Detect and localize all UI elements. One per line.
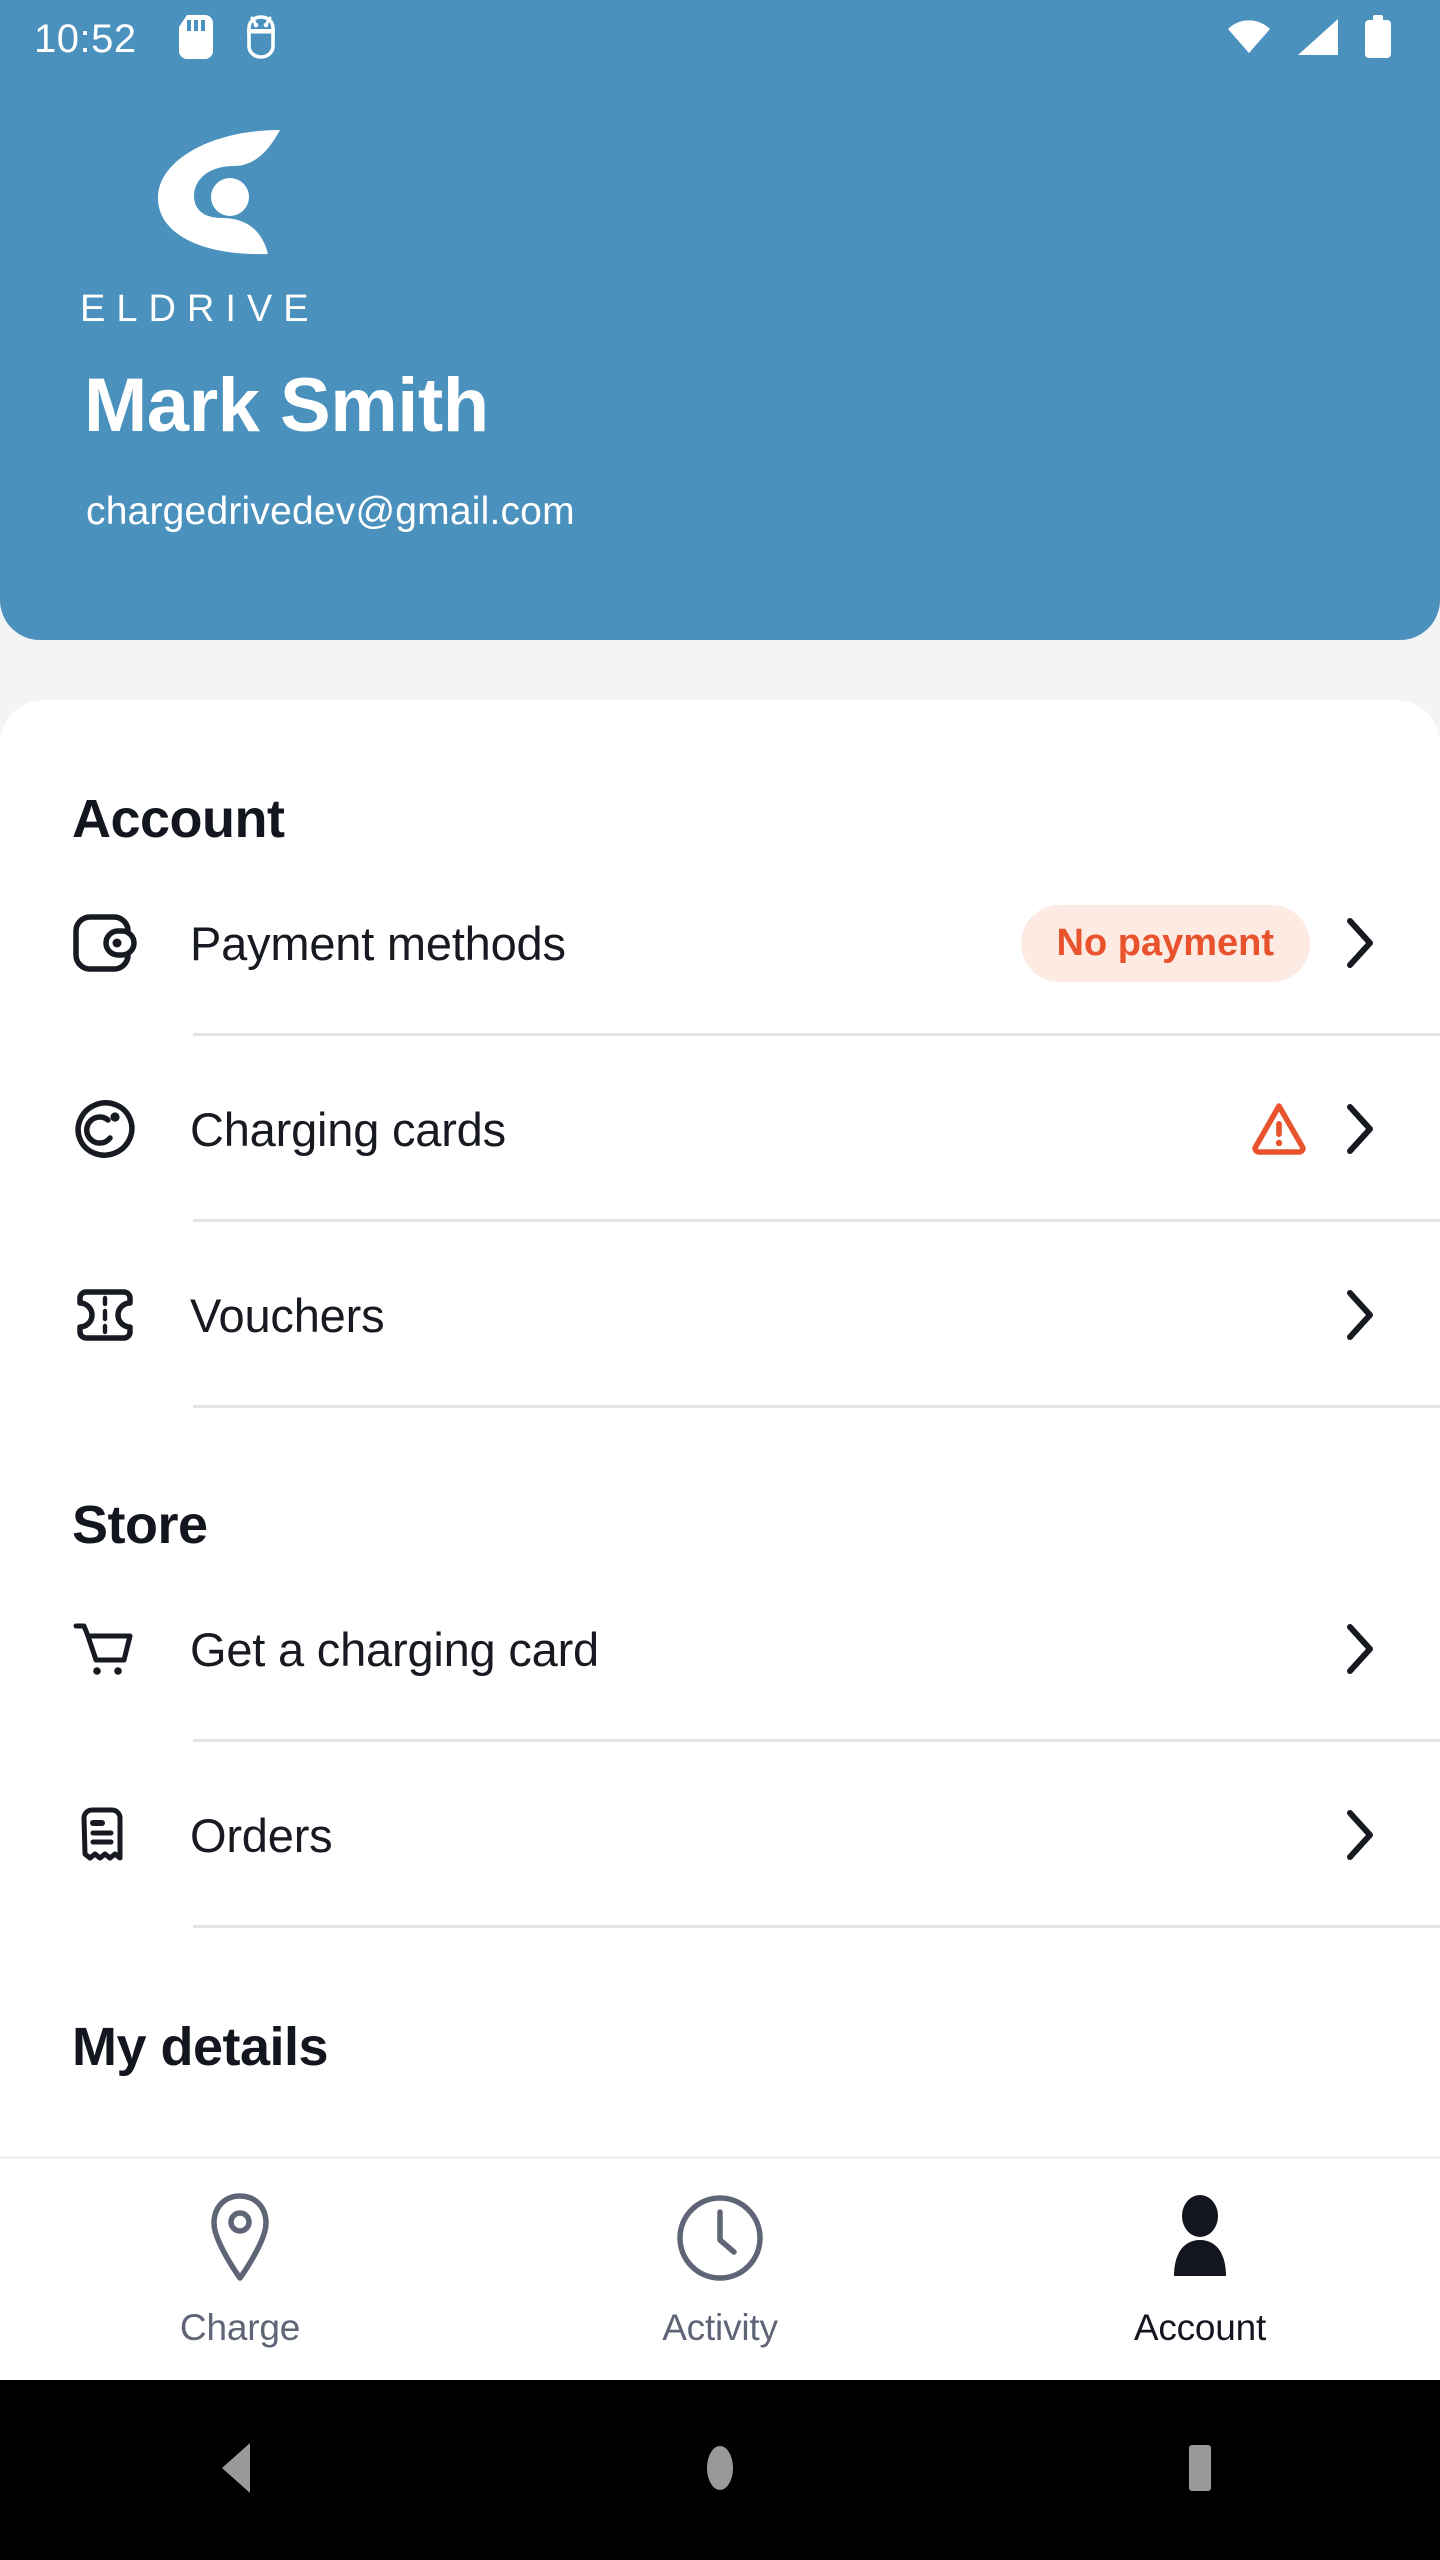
recents-button[interactable] — [960, 2437, 1440, 2504]
tab-activity[interactable]: Activity — [480, 2190, 960, 2349]
tab-label: Account — [1133, 2307, 1267, 2348]
voucher-ticket-icon — [72, 1284, 144, 1346]
clock-icon — [674, 2190, 766, 2291]
section-title-account: Account — [72, 789, 285, 849]
section-title-my-details: My details — [72, 2017, 329, 2077]
row-label: Charging cards — [190, 1102, 506, 1156]
battery-icon — [1364, 14, 1392, 64]
row-orders[interactable]: Orders — [0, 1742, 1440, 1928]
map-pin-icon — [206, 2190, 274, 2291]
row-get-a-charging-card[interactable]: Get a charging card — [0, 1556, 1440, 1742]
person-icon — [1160, 2190, 1240, 2291]
user-name: Mark Smith — [84, 363, 489, 448]
row-divider — [193, 1405, 1440, 1408]
brand-wordmark: ELDRIVE — [80, 288, 320, 330]
chevron-right-icon[interactable] — [1338, 1807, 1382, 1863]
chevron-right-icon[interactable] — [1338, 915, 1382, 971]
status-bar-clock: 10:52 — [34, 16, 137, 61]
warning-triangle-icon — [1250, 1100, 1308, 1158]
row-label: Payment methods — [190, 916, 566, 970]
wifi-icon — [1226, 17, 1272, 62]
row-charging-cards[interactable]: Charging cards — [0, 1036, 1440, 1222]
tab-charge[interactable]: Charge — [0, 2190, 480, 2349]
section-title-store: Store — [72, 1495, 208, 1555]
square-recents-icon — [1172, 2437, 1228, 2504]
row-vouchers[interactable]: Vouchers — [0, 1222, 1440, 1408]
user-email: chargedrivedev@gmail.com — [86, 490, 575, 533]
android-navigation-bar — [0, 2380, 1440, 2560]
bottom-navigation-bar: Charge Activity Account — [0, 2156, 1440, 2380]
row-label: Vouchers — [190, 1288, 385, 1342]
account-content-card: Account Payment methods No payment Charg… — [0, 700, 1440, 2160]
row-payment-methods[interactable]: Payment methods No payment — [0, 850, 1440, 1036]
chevron-right-icon[interactable] — [1338, 1101, 1382, 1157]
tab-account[interactable]: Account — [960, 2190, 1440, 2349]
sd-card-icon — [178, 14, 213, 64]
row-label: Orders — [190, 1808, 333, 1862]
eldrive-logo-icon — [150, 122, 290, 267]
tab-label: Charge — [179, 2307, 301, 2348]
profile-header: 10:52 ELDRIVE Mark Smith chargedrivedev@… — [0, 0, 1440, 640]
chevron-right-icon[interactable] — [1338, 1621, 1382, 1677]
charging-card-icon — [72, 1098, 144, 1160]
chevron-right-icon[interactable] — [1338, 1287, 1382, 1343]
back-button[interactable] — [0, 2437, 480, 2504]
shopping-cart-icon — [72, 1618, 144, 1680]
row-divider — [193, 1925, 1440, 1928]
status-badge-no-payment: No payment — [1020, 904, 1310, 982]
wallet-icon — [72, 912, 144, 974]
receipt-icon — [72, 1804, 144, 1866]
tab-label: Activity — [662, 2307, 778, 2348]
status-bar: 10:52 — [0, 0, 1440, 78]
row-label: Get a charging card — [190, 1622, 599, 1676]
android-debug-icon — [243, 14, 279, 64]
app-screen: 10:52 ELDRIVE Mark Smith chargedrivedev@… — [0, 0, 1440, 2560]
status-bar-notification-icons — [178, 14, 279, 64]
circle-home-icon — [692, 2437, 748, 2504]
triangle-back-icon — [212, 2437, 268, 2504]
home-button[interactable] — [480, 2437, 960, 2504]
cellular-signal-icon — [1296, 17, 1340, 62]
status-bar-system-icons — [1226, 14, 1406, 64]
